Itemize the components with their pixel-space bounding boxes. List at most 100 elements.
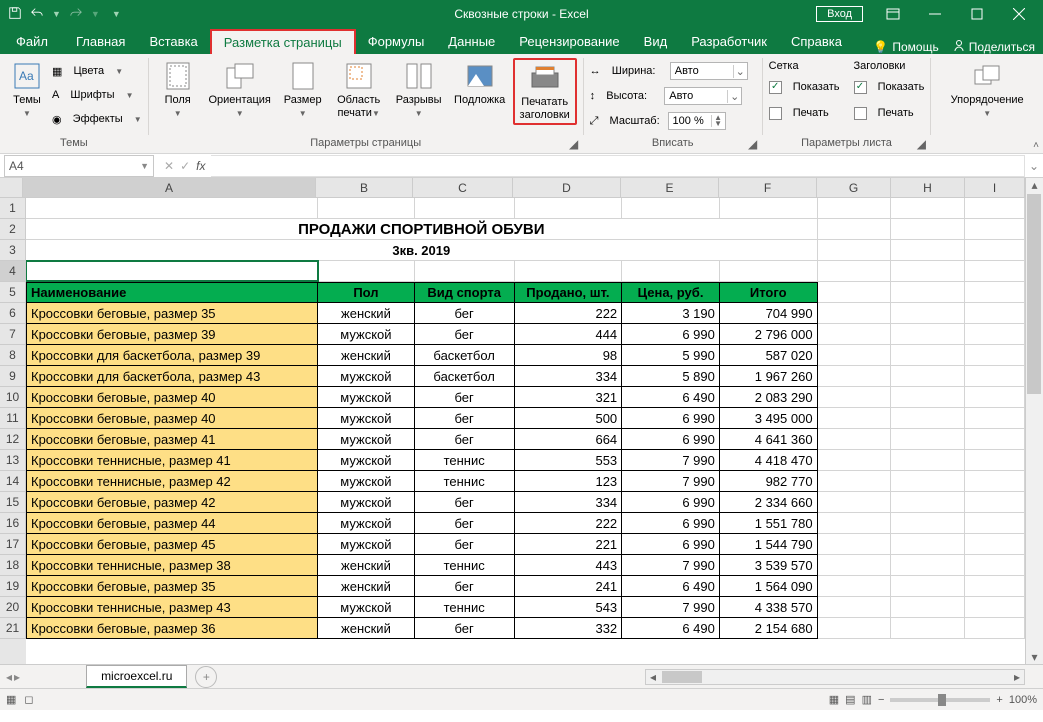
data-cell[interactable]: 1 544 790: [720, 534, 818, 555]
data-cell[interactable]: бег: [415, 429, 515, 450]
row-header[interactable]: 11: [0, 408, 26, 429]
tab-page-layout[interactable]: Разметка страницы: [210, 29, 356, 55]
data-cell[interactable]: 6 990: [622, 324, 720, 345]
cell[interactable]: [515, 198, 623, 219]
data-cell[interactable]: бег: [415, 303, 515, 324]
tab-formulas[interactable]: Формулы: [356, 30, 437, 54]
cell[interactable]: [891, 387, 965, 408]
scroll-right-icon[interactable]: ▸: [1010, 670, 1024, 684]
select-all-corner[interactable]: [0, 178, 23, 198]
cell[interactable]: [818, 450, 892, 471]
scroll-thumb[interactable]: [662, 671, 702, 683]
fx-icon[interactable]: fx: [196, 159, 205, 173]
data-cell[interactable]: 6 990: [622, 492, 720, 513]
data-cell[interactable]: 2 796 000: [720, 324, 818, 345]
data-cell[interactable]: 6 990: [622, 534, 720, 555]
page-break-view-icon[interactable]: ▥: [862, 693, 872, 706]
data-cell[interactable]: мужской: [318, 597, 415, 618]
headings-view-checkbox[interactable]: Показать: [854, 76, 925, 98]
cell[interactable]: [818, 240, 892, 261]
scroll-up-icon[interactable]: ▴: [1026, 178, 1043, 192]
cell[interactable]: [415, 198, 515, 219]
data-cell[interactable]: 6 990: [622, 408, 720, 429]
cell[interactable]: [891, 240, 965, 261]
header-cell[interactable]: Вид спорта: [415, 282, 515, 303]
subtitle-cell[interactable]: 3кв. 2019: [26, 240, 818, 261]
cell[interactable]: [818, 555, 892, 576]
data-cell[interactable]: баскетбол: [415, 345, 515, 366]
cell[interactable]: [818, 597, 892, 618]
tab-review[interactable]: Рецензирование: [507, 30, 631, 54]
formula-input[interactable]: [211, 155, 1025, 177]
cell[interactable]: [318, 198, 415, 219]
cell[interactable]: [818, 408, 892, 429]
data-cell[interactable]: 553: [515, 450, 623, 471]
data-cell[interactable]: мужской: [318, 534, 415, 555]
cell[interactable]: [818, 618, 892, 639]
data-cell[interactable]: бег: [415, 534, 515, 555]
row-header[interactable]: 4: [0, 261, 26, 282]
data-cell[interactable]: Кроссовки беговые, размер 40: [26, 387, 318, 408]
data-cell[interactable]: 2 154 680: [720, 618, 818, 639]
cell[interactable]: [891, 555, 965, 576]
cell[interactable]: [622, 261, 720, 282]
data-cell[interactable]: Кроссовки беговые, размер 42: [26, 492, 318, 513]
data-cell[interactable]: Кроссовки беговые, размер 39: [26, 324, 318, 345]
cells[interactable]: ПРОДАЖИ СПОРТИВНОЙ ОБУВИ3кв. 2019 Наимено…: [26, 198, 1025, 639]
data-cell[interactable]: 444: [515, 324, 623, 345]
cell[interactable]: [891, 219, 965, 240]
scroll-thumb[interactable]: [1027, 194, 1041, 394]
cell[interactable]: [818, 387, 892, 408]
data-cell[interactable]: 7 990: [622, 597, 720, 618]
cell[interactable]: [965, 219, 1025, 240]
data-cell[interactable]: 1 551 780: [720, 513, 818, 534]
tell-me[interactable]: 💡 Помощь: [873, 40, 938, 54]
header-cell[interactable]: Продано, шт.: [515, 282, 623, 303]
cell[interactable]: [891, 597, 965, 618]
data-cell[interactable]: теннис: [415, 597, 515, 618]
qat-customize-icon[interactable]: ▼: [112, 9, 121, 19]
scroll-left-icon[interactable]: ◂: [646, 670, 660, 684]
cell[interactable]: [965, 513, 1025, 534]
data-cell[interactable]: мужской: [318, 408, 415, 429]
row-header[interactable]: 1: [0, 198, 26, 219]
data-cell[interactable]: 500: [515, 408, 623, 429]
data-cell[interactable]: 2 334 660: [720, 492, 818, 513]
data-cell[interactable]: 4 418 470: [720, 450, 818, 471]
data-cell[interactable]: 6 490: [622, 618, 720, 639]
cell[interactable]: [965, 240, 1025, 261]
cell[interactable]: [891, 261, 965, 282]
row-header[interactable]: 5: [0, 282, 26, 303]
cell[interactable]: [965, 261, 1025, 282]
data-cell[interactable]: 334: [515, 366, 623, 387]
scale-launcher-icon[interactable]: ◢: [746, 137, 760, 151]
zoom-out-icon[interactable]: −: [878, 694, 884, 706]
title-cell[interactable]: ПРОДАЖИ СПОРТИВНОЙ ОБУВИ: [26, 219, 818, 240]
data-cell[interactable]: баскетбол: [415, 366, 515, 387]
scale-spinner[interactable]: 100 %▲▼: [668, 112, 726, 130]
undo-icon[interactable]: [30, 6, 44, 23]
row-header[interactable]: 17: [0, 534, 26, 555]
data-cell[interactable]: мужской: [318, 387, 415, 408]
cell[interactable]: [965, 534, 1025, 555]
data-cell[interactable]: Кроссовки беговые, размер 45: [26, 534, 318, 555]
data-cell[interactable]: мужской: [318, 492, 415, 513]
data-cell[interactable]: 7 990: [622, 450, 720, 471]
data-cell[interactable]: Кроссовки теннисные, размер 38: [26, 555, 318, 576]
scroll-down-icon[interactable]: ▾: [1026, 650, 1043, 664]
new-sheet-icon[interactable]: +: [195, 666, 217, 688]
cell[interactable]: [818, 261, 892, 282]
data-cell[interactable]: Кроссовки беговые, размер 41: [26, 429, 318, 450]
effects-button[interactable]: ◉ Эффекты ▼: [52, 108, 142, 130]
column-header[interactable]: C: [413, 178, 513, 198]
header-cell[interactable]: Наименование: [26, 282, 318, 303]
data-cell[interactable]: 704 990: [720, 303, 818, 324]
size-button[interactable]: Размер▼: [279, 58, 327, 119]
cell[interactable]: [891, 513, 965, 534]
cell[interactable]: [720, 198, 818, 219]
data-cell[interactable]: 334: [515, 492, 623, 513]
data-cell[interactable]: мужской: [318, 366, 415, 387]
data-cell[interactable]: бег: [415, 492, 515, 513]
data-cell[interactable]: 3 190: [622, 303, 720, 324]
data-cell[interactable]: Кроссовки беговые, размер 36: [26, 618, 318, 639]
